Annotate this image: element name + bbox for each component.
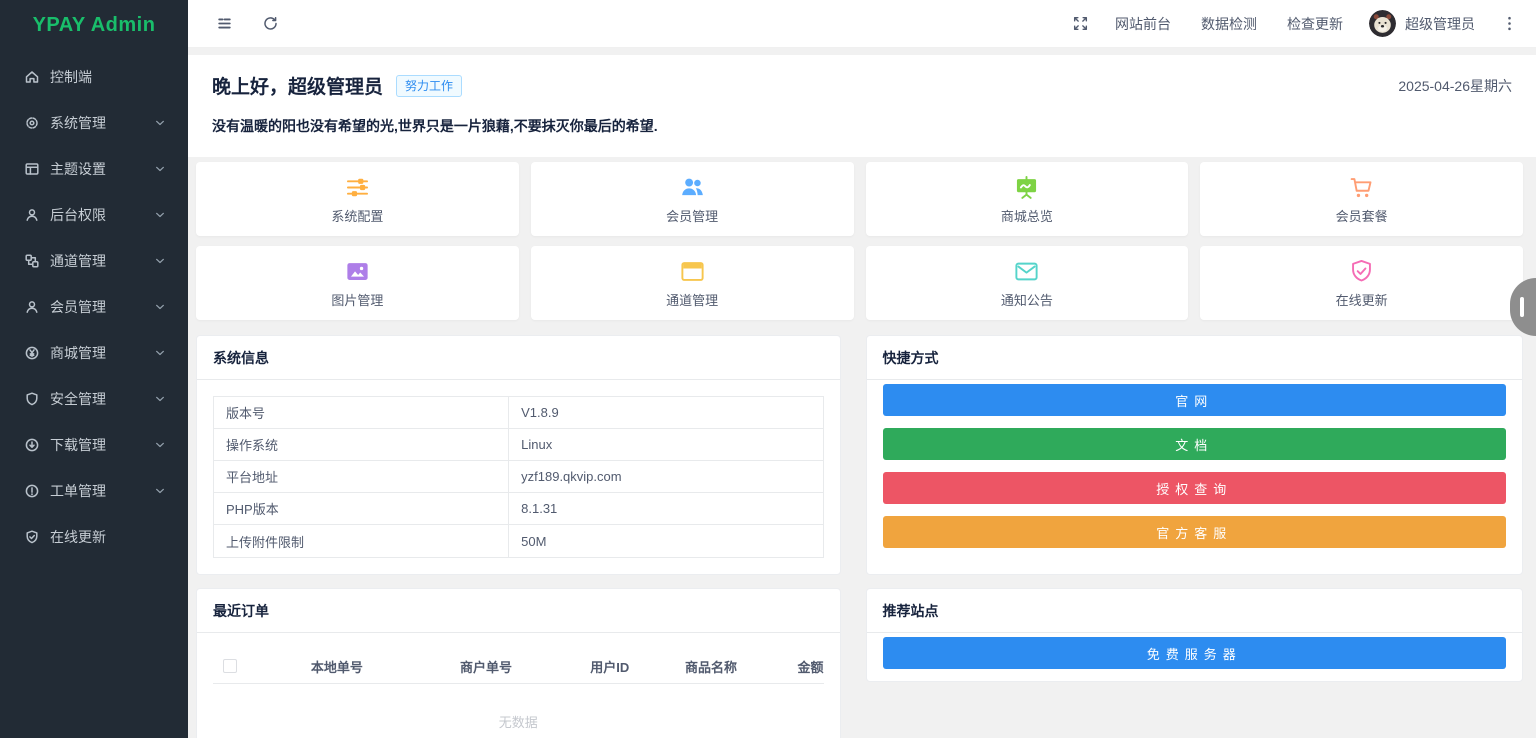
sidebar-item[interactable]: 工单管理: [0, 468, 188, 514]
download-circle-icon: [24, 437, 40, 453]
quick-links-list: 官网 文档 授权查询 官方客服: [867, 380, 1522, 560]
user-avatar: [1369, 10, 1396, 37]
system-info-row: 版本号 V1.8.9: [214, 397, 823, 429]
current-date: 2025-04-26星期六: [1398, 77, 1512, 94]
orders-column-header: 商户单号: [459, 659, 512, 675]
quick-link-button[interactable]: 官网: [882, 384, 1506, 416]
empty-state: 无数据: [498, 715, 538, 730]
sidebar-item[interactable]: 在线更新: [0, 514, 188, 560]
app-logo: YPAY Admin: [32, 13, 156, 36]
sidebar-item[interactable]: 后台权限: [0, 192, 188, 238]
shortcut-card[interactable]: 商城总览: [865, 162, 1189, 236]
shortcut-card[interactable]: 会员套餐: [1200, 162, 1523, 236]
system-info-row: 平台地址 yzf189.qkvip.com: [214, 461, 823, 493]
shortcut-grid: 系统配置 会员管理 商城总览 会员套餐 图片管理 通道管理 通知公告 在线更新: [196, 162, 1523, 320]
status-badge: 努力工作: [396, 74, 463, 97]
orders-column-header: 本地单号: [310, 659, 363, 675]
header-nav-link[interactable]: 数据检测: [1201, 14, 1257, 34]
shortcut-card[interactable]: 在线更新: [1200, 246, 1523, 320]
orders-column-header: 商品名称: [684, 659, 737, 675]
shield-check-lg-icon: [1348, 258, 1375, 285]
image-icon: [344, 258, 371, 285]
users-icon: [679, 174, 706, 201]
person-icon: [24, 207, 40, 223]
shortcut-card[interactable]: 通道管理: [530, 246, 854, 320]
chart-board-icon: [1013, 174, 1040, 201]
sliders-icon: [344, 174, 371, 201]
header-nav-link[interactable]: 网站前台: [1115, 14, 1171, 34]
main-content: 晚上好，超级管理员 努力工作 2025-04-26星期六 没有温暖的阳也没有希望…: [188, 48, 1536, 738]
shortcut-card[interactable]: 会员管理: [530, 162, 854, 236]
layout-icon: [24, 161, 40, 177]
recent-orders-panel: 最近订单 本地单号 商户单号 用户ID 商品名称 金额 无数据: [196, 588, 841, 738]
orders-column-header: 用户ID: [590, 659, 630, 675]
sidebar-item[interactable]: 下载管理: [0, 422, 188, 468]
sidebar-item[interactable]: 控制端: [0, 54, 188, 100]
sidebar-item[interactable]: 安全管理: [0, 376, 188, 422]
header-nav-link[interactable]: 检查更新: [1287, 14, 1343, 34]
quick-link-button[interactable]: 官方客服: [882, 516, 1506, 548]
more-options-icon[interactable]: [1501, 15, 1518, 32]
header-right: 网站前台 数据检测 检查更新 超级管理员: [1072, 10, 1518, 37]
cart-icon: [1348, 174, 1375, 201]
yen-circle-icon: [24, 345, 40, 361]
chevron-down-icon: [154, 393, 166, 405]
collapse-sidebar-icon[interactable]: [216, 15, 233, 32]
user-menu[interactable]: 超级管理员: [1369, 10, 1475, 37]
window-icon: [679, 258, 706, 285]
greeting: 晚上好，超级管理员: [212, 77, 384, 98]
shortcut-card[interactable]: 图片管理: [196, 246, 519, 320]
system-info-row: 操作系统 Linux: [214, 429, 823, 461]
panel-title: 快捷方式: [866, 336, 1522, 380]
quick-link-button[interactable]: 授权查询: [882, 472, 1506, 504]
chevron-down-icon: [154, 163, 166, 175]
sidebar-item[interactable]: 商城管理: [0, 330, 188, 376]
chevron-down-icon: [154, 301, 166, 313]
sidebar: YPAY Admin 控制端 系统管理 主题设置 后台权限 通道管理 会员管理 …: [0, 0, 188, 738]
system-info-row: PHP版本 8.1.31: [214, 493, 823, 525]
sidebar-item[interactable]: 通道管理: [0, 238, 188, 284]
chevron-down-icon: [154, 209, 166, 221]
free-server-button[interactable]: 免费服务器: [882, 637, 1506, 669]
chevron-down-icon: [154, 117, 166, 129]
sidebar-item[interactable]: 会员管理: [0, 284, 188, 330]
nodes-icon: [24, 253, 40, 269]
orders-table-header: 本地单号 商户单号 用户ID 商品名称 金额: [213, 649, 824, 684]
shield-check-icon: [24, 529, 40, 545]
quick-link-button[interactable]: 文档: [882, 428, 1506, 460]
recommended-sites-panel: 推荐站点 免费服务器: [865, 588, 1523, 682]
sidebar-item[interactable]: 系统管理: [0, 100, 188, 146]
panel-title: 推荐站点: [866, 589, 1522, 633]
person-icon: [24, 299, 40, 315]
panel-title: 最近订单: [197, 589, 840, 633]
fullscreen-icon[interactable]: [1072, 15, 1089, 32]
mail-icon: [1013, 258, 1040, 285]
quick-links-panel: 快捷方式 官网 文档 授权查询 官方客服: [865, 335, 1523, 575]
info-circle-icon: [24, 483, 40, 499]
welcome-card: 晚上好，超级管理员 努力工作 2025-04-26星期六 没有温暖的阳也没有希望…: [188, 55, 1536, 157]
recommended-list: 免费服务器: [867, 633, 1522, 681]
gear-icon: [24, 115, 40, 131]
chevron-down-icon: [154, 255, 166, 267]
shield-icon: [24, 391, 40, 407]
panel-title: 系统信息: [197, 336, 840, 380]
shortcut-card[interactable]: 系统配置: [196, 162, 519, 236]
system-info-row: 上传附件限制 50M: [214, 525, 823, 557]
top-header: 网站前台 数据检测 检查更新 超级管理员: [188, 0, 1536, 48]
chevron-down-icon: [154, 347, 166, 359]
sidebar-menu: 控制端 系统管理 主题设置 后台权限 通道管理 会员管理 商城管理 安全管理 下…: [0, 50, 188, 560]
sidebar-item[interactable]: 主题设置: [0, 146, 188, 192]
select-all-checkbox[interactable]: [223, 659, 237, 673]
system-info-panel: 系统信息 版本号 V1.8.9 操作系统 Linux 平台地址 yzf189.q…: [196, 335, 841, 575]
username: 超级管理员: [1405, 15, 1475, 32]
chevron-down-icon: [154, 439, 166, 451]
header-nav: 网站前台 数据检测 检查更新: [1115, 14, 1343, 34]
daily-motto: 没有温暖的阳也没有希望的光,世界只是一片狼藉,不要抹灭你最后的希望.: [212, 118, 658, 134]
chevron-down-icon: [154, 485, 166, 497]
system-info-table: 版本号 V1.8.9 操作系统 Linux 平台地址 yzf189.qkvip.…: [213, 396, 824, 558]
refresh-icon[interactable]: [262, 15, 279, 32]
orders-column-header: 金额: [797, 659, 824, 675]
shortcut-card[interactable]: 通知公告: [865, 246, 1189, 320]
home-icon: [24, 69, 40, 85]
